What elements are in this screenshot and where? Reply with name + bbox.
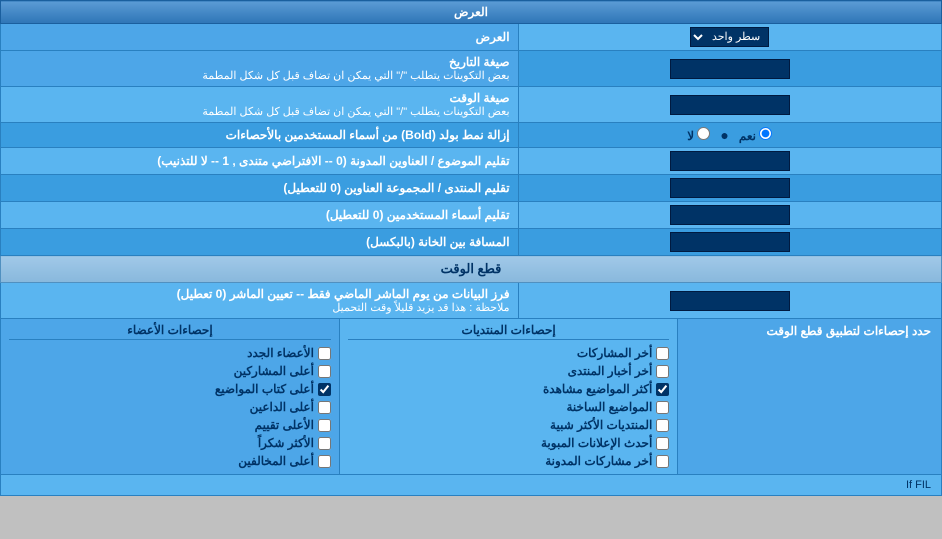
time-format-label: صيغة الوقت بعض التكوينات يتطلب "/" التي … <box>1 87 519 123</box>
spacing-label: المسافة بين الخانة (بالبكسل) <box>1 229 519 256</box>
stat-item-classified-ads: أحدث الإعلانات المبوبة <box>348 434 669 452</box>
stat-checkbox-top-posters[interactable] <box>318 365 331 378</box>
bold-remove-label: إزالة نمط بولد (Bold) من أسماء المستخدمي… <box>1 123 519 148</box>
stat-checkbox-top-rated[interactable] <box>318 419 331 432</box>
stat-checkbox-forum-news[interactable] <box>656 365 669 378</box>
stat-checkbox-most-thanked[interactable] <box>318 437 331 450</box>
member-stats-header: إحصاءات الأعضاء <box>9 323 331 340</box>
forum-trim-input-cell: 33 <box>518 175 941 202</box>
stat-item-most-viewed: أكثر المواضيع مشاهدة <box>348 380 669 398</box>
time-format-input[interactable]: H:i <box>670 95 790 115</box>
stat-item-top-posters: أعلى المشاركين <box>9 362 331 380</box>
radio-no-label: لا <box>687 127 710 143</box>
forum-trim-label: تقليم المنتدى / المجموعة العناوين (0 للت… <box>1 175 519 202</box>
stat-item-most-thanked: الأكثر شكراً <box>9 434 331 452</box>
stat-checkbox-hot-topics[interactable] <box>656 401 669 414</box>
radio-no[interactable] <box>697 127 710 140</box>
stat-checkbox-top-inviters[interactable] <box>318 401 331 414</box>
date-format-input[interactable]: d-m <box>670 59 790 79</box>
stat-checkbox-blog-posts[interactable] <box>656 455 669 468</box>
stat-checkbox-top-violators[interactable] <box>318 455 331 468</box>
stat-item-top-violators: أعلى المخالفين <box>9 452 331 470</box>
bold-radio-cell: نعم ● لا <box>518 123 941 148</box>
stat-checkbox-most-similar[interactable] <box>656 419 669 432</box>
display-dropdown[interactable]: سطر واحد <box>690 27 769 47</box>
stat-item-new-members: الأعضاء الجدد <box>9 344 331 362</box>
stat-item-hot-topics: المواضيع الساخنة <box>348 398 669 416</box>
title-trim-input[interactable]: 33 <box>670 151 790 171</box>
username-trim-input[interactable]: 0 <box>670 205 790 225</box>
cutoff-section-header: قطع الوقت <box>1 256 942 283</box>
radio-bullet: ● <box>720 127 728 143</box>
stat-item-most-similar: المنتديات الأكثر شبية <box>348 416 669 434</box>
title-trim-label: تقليم الموضوع / العناوين المدونة (0 -- ا… <box>1 148 519 175</box>
date-format-label: صيغة التاريخ بعض التكوينات يتطلب "/" الت… <box>1 51 519 87</box>
section-title: العرض <box>454 5 488 19</box>
radio-yes[interactable] <box>759 127 772 140</box>
forum-trim-input[interactable]: 33 <box>670 178 790 198</box>
cutoff-label: فرز البيانات من يوم الماشر الماضي فقط --… <box>1 283 519 319</box>
date-format-input-cell: d-m <box>518 51 941 87</box>
stat-item-top-topic-authors: أعلى كتاب المواضيع <box>9 380 331 398</box>
spacing-input-cell: 2 <box>518 229 941 256</box>
time-format-input-cell: H:i <box>518 87 941 123</box>
title-trim-input-cell: 33 <box>518 148 941 175</box>
spacing-input[interactable]: 2 <box>670 232 790 252</box>
stat-item-blog-posts: أخر مشاركات المدونة <box>348 452 669 470</box>
username-trim-label: تقليم أسماء المستخدمين (0 للتعطيل) <box>1 202 519 229</box>
stat-checkbox-top-topic-authors[interactable] <box>318 383 331 396</box>
stat-item-last-posts: أخر المشاركات <box>348 344 669 362</box>
forum-stats-header: إحصاءات المنتديات <box>348 323 669 340</box>
stat-checkbox-new-members[interactable] <box>318 347 331 360</box>
stat-item-top-inviters: أعلى الداعين <box>9 398 331 416</box>
bottom-note: If FIL <box>1 475 942 496</box>
cutoff-input-cell: 0 <box>518 283 941 319</box>
member-stats-col: إحصاءات الأعضاء الأعضاء الجدد أعلى المشا… <box>1 319 339 474</box>
stat-checkbox-last-posts[interactable] <box>656 347 669 360</box>
display-label: العرض <box>1 24 519 51</box>
username-trim-input-cell: 0 <box>518 202 941 229</box>
stat-item-top-rated: الأعلى تقييم <box>9 416 331 434</box>
stats-apply-label: حدد إحصاءات لتطبيق قطع الوقت <box>678 319 941 474</box>
cutoff-input[interactable]: 0 <box>670 291 790 311</box>
forum-stats-col: إحصاءات المنتديات أخر المشاركات أخر أخبا… <box>339 319 677 474</box>
stat-item-forum-news: أخر أخبار المنتدى <box>348 362 669 380</box>
stat-checkbox-classified-ads[interactable] <box>656 437 669 450</box>
radio-yes-label: نعم <box>739 127 772 143</box>
stat-checkbox-most-viewed[interactable] <box>656 383 669 396</box>
page-title: العرض <box>1 1 942 24</box>
